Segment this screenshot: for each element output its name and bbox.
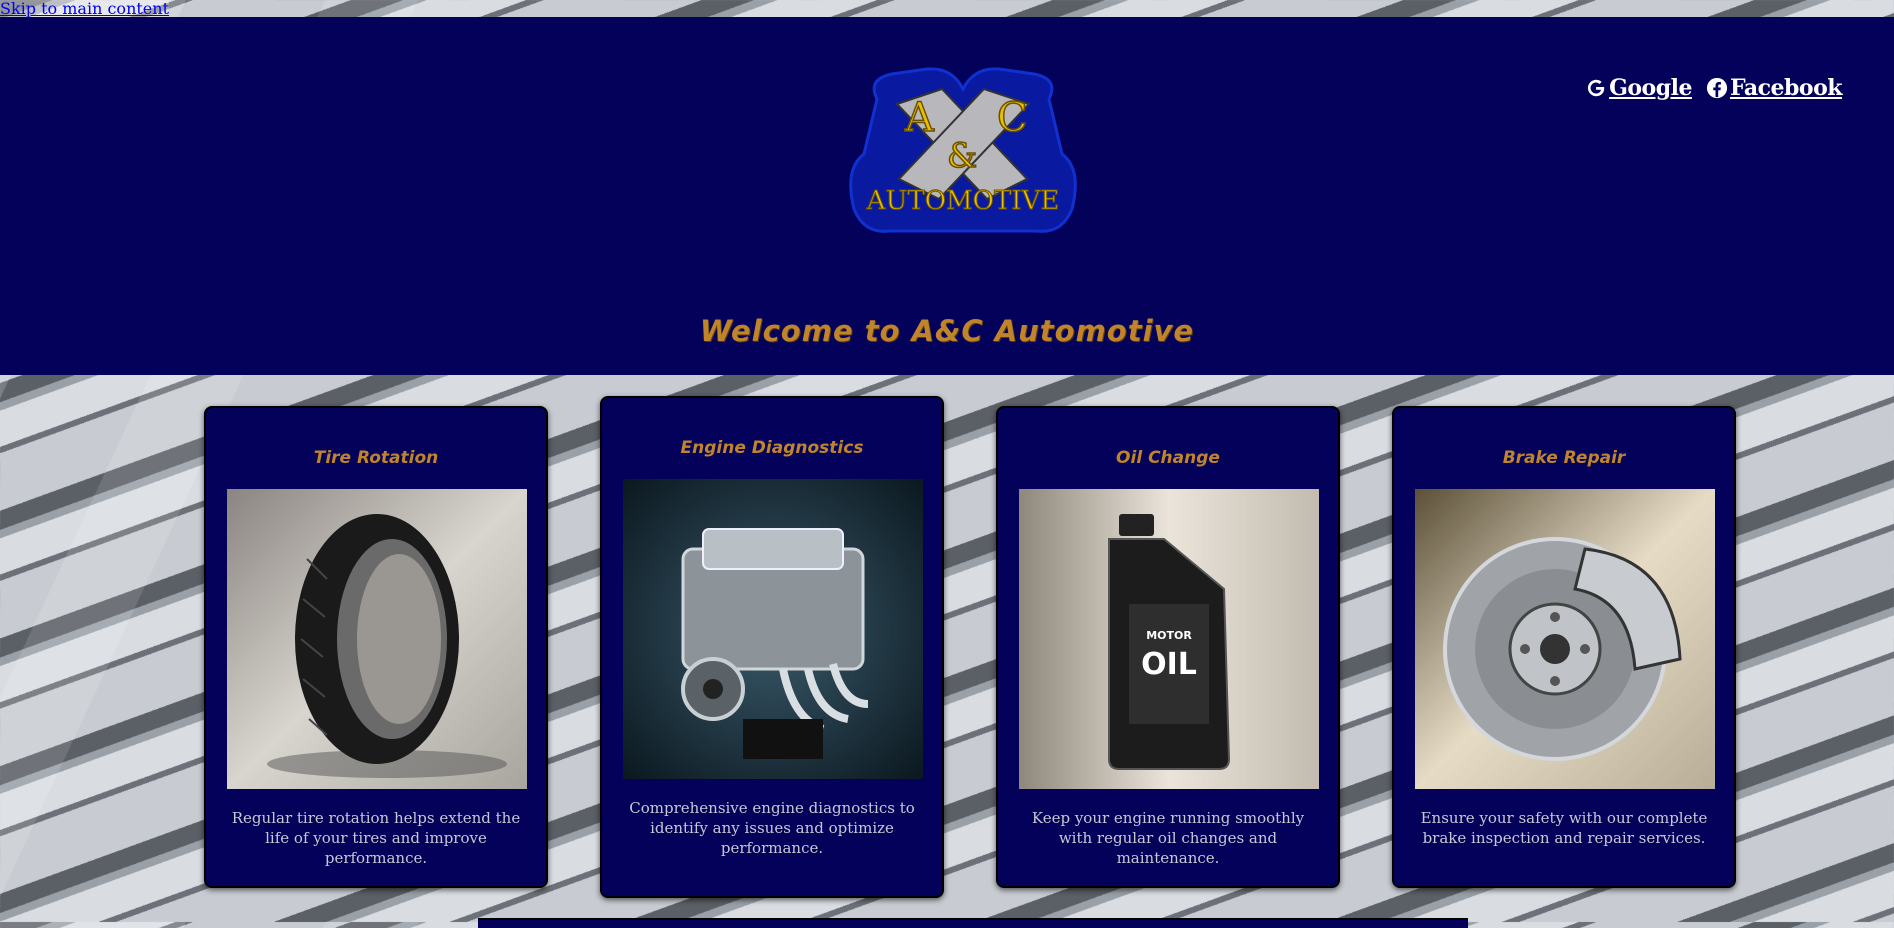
oil-label-line1: MOTOR [1146, 629, 1192, 642]
welcome-heading: Welcome to A&C Automotive [699, 314, 1195, 349]
oil-bottle-image: MOTOR OIL [1019, 489, 1319, 789]
service-title: Tire Rotation [313, 448, 439, 468]
google-link[interactable]: Google [1585, 75, 1692, 101]
service-title: Oil Change [1116, 448, 1220, 468]
site-header: A C & AUTOMOTIVE Google Facebook Welcome… [0, 17, 1894, 375]
service-card-tire-rotation[interactable]: Tire Rotation Regular tire rotation help… [204, 406, 548, 888]
engine-image [623, 479, 923, 779]
social-links: Google Facebook [1585, 75, 1843, 101]
logo-wordmark: AUTOMOTIVE [866, 186, 1060, 216]
google-icon [1585, 77, 1607, 99]
logo-letter-a: A [904, 95, 935, 141]
service-card-oil-change[interactable]: Oil Change MOTOR OIL Keep your engine ru… [996, 406, 1340, 888]
service-title: Brake Repair [1502, 448, 1626, 468]
facebook-link-label: Facebook [1729, 75, 1843, 101]
facebook-link[interactable]: Facebook [1706, 75, 1843, 101]
facebook-icon [1706, 77, 1728, 99]
logo-ampersand: & [947, 136, 977, 176]
service-description: Ensure your safety with our complete bra… [1420, 809, 1708, 847]
tire-image [227, 489, 527, 789]
footer-bar-edge [478, 918, 1468, 928]
skip-to-main-link[interactable]: Skip to main content [0, 0, 169, 17]
service-card-engine-diagnostics[interactable]: Engine Diagnostics Comprehensive engine … [600, 396, 944, 898]
brake-image [1415, 489, 1715, 789]
oil-label-line2: OIL [1141, 647, 1197, 682]
site-logo[interactable]: A C & AUTOMOTIVE [837, 59, 1089, 239]
logo-letter-c: C [997, 95, 1028, 141]
service-title: Engine Diagnostics [680, 438, 864, 458]
service-description: Keep your engine running smoothly with r… [1031, 809, 1305, 867]
service-card-brake-repair[interactable]: Brake Repair Ensure your safety with our… [1392, 406, 1736, 888]
google-link-label: Google [1609, 75, 1692, 101]
service-description: Regular tire rotation helps extend the l… [231, 809, 521, 867]
service-description: Comprehensive engine diagnostics to iden… [629, 799, 915, 857]
